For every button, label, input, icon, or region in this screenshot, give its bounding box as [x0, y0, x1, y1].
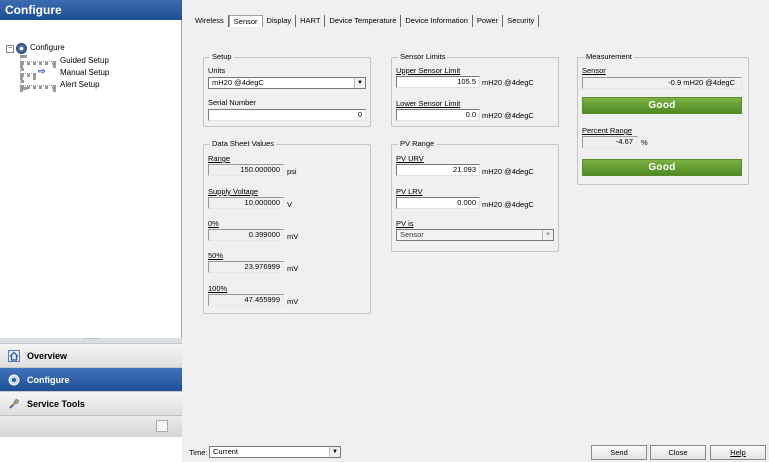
time-value: Current	[213, 447, 239, 456]
nav-title: Configure	[0, 0, 182, 20]
tree-connector	[20, 73, 36, 77]
supply-voltage-label: Supply Voltage	[208, 187, 259, 196]
range-value: 150.000000	[240, 165, 280, 174]
zero-percent-label: 0%	[208, 219, 219, 228]
range-label: Range	[208, 154, 231, 163]
hundred-percent-unit: mV	[287, 297, 299, 306]
fifty-percent-label: 50%	[208, 251, 224, 260]
chevron-down-icon: ▼	[542, 230, 553, 240]
nav-button-configure[interactable]: Configure	[0, 367, 182, 391]
group-title: Data Sheet Values	[210, 139, 276, 149]
range-readout: 150.000000	[208, 164, 284, 176]
pv-urv-field[interactable]: 21.093	[396, 164, 480, 176]
fifty-percent-unit: mV	[287, 264, 299, 273]
percent-status-badge: Good	[582, 159, 742, 176]
selected-arrow-icon: ⇨	[38, 66, 46, 76]
pv-lrv-field[interactable]: 0.000	[396, 197, 480, 209]
home-icon	[8, 350, 20, 362]
tab-wireless[interactable]: Wireless	[191, 15, 229, 27]
units-label: Units	[208, 66, 226, 75]
nav-overflow-icon[interactable]	[156, 420, 168, 432]
hundred-percent-readout: 47.455999	[208, 294, 284, 306]
time-select[interactable]: Current ▼	[209, 446, 341, 458]
pv-is-label: PV is	[396, 219, 414, 228]
group-title: Measurement	[584, 52, 634, 62]
tab-device-temperature[interactable]: Device Temperature	[325, 15, 402, 27]
zero-percent-readout: 0.399000	[208, 229, 284, 241]
nav-button-service-tools[interactable]: Service Tools	[0, 391, 182, 415]
send-button[interactable]: Send	[591, 445, 647, 460]
zero-percent-value: 0.399000	[248, 230, 280, 239]
navigation-pane: Configure − Configure Guided Setup ⇨ Man…	[0, 0, 182, 462]
sensor-value: -0.9 mH20 @4degC	[668, 78, 735, 87]
tab-sensor[interactable]: Sensor	[228, 15, 263, 27]
group-title: PV Range	[398, 139, 437, 149]
pv-urv-label: PV URV	[396, 154, 424, 163]
tree-item-guided-setup[interactable]: Guided Setup	[60, 55, 109, 67]
lower-sensor-limit-field: 0.0	[396, 109, 480, 121]
pv-is-value: Sensor	[400, 230, 424, 239]
chevron-down-icon[interactable]: ▼	[329, 447, 340, 457]
sensor-readout: -0.9 mH20 @4degC	[582, 77, 742, 89]
percent-range-label: Percent Range	[582, 126, 633, 135]
pv-lrv-unit: mH20 @4degC	[482, 200, 534, 209]
upper-sensor-limit-unit: mH20 @4degC	[482, 78, 534, 87]
tab-device-information[interactable]: Device Information	[401, 15, 473, 27]
tab-display[interactable]: Display	[263, 15, 297, 27]
group-title: Sensor Limits	[398, 52, 448, 62]
tab-security[interactable]: Security	[503, 15, 540, 27]
nav-button-overview[interactable]: Overview	[0, 343, 182, 367]
time-label: Time:	[189, 448, 208, 457]
menu-tree: − Configure Guided Setup ⇨ Manual Setup …	[0, 20, 182, 338]
group-title: Setup	[210, 52, 234, 62]
range-unit: psi	[287, 167, 297, 176]
nav-footer	[0, 415, 182, 437]
tree-connector	[20, 61, 56, 65]
upper-sensor-limit-label: Upper Sensor Limit	[396, 66, 461, 75]
tools-icon	[9, 399, 19, 409]
percent-range-value: -4.67	[615, 137, 633, 146]
help-button[interactable]: Help	[710, 445, 766, 460]
serial-number-field[interactable]: 0	[208, 109, 366, 121]
upper-sensor-limit-field: 105.5	[396, 76, 480, 88]
configure-gear-icon	[16, 43, 27, 54]
lower-sensor-limit-label: Lower Sensor Limit	[396, 99, 461, 108]
tree-item-manual-setup[interactable]: Manual Setup	[60, 67, 109, 79]
pv-lrv-label: PV LRV	[396, 187, 423, 196]
units-select[interactable]: mH20 @4degC ▼	[208, 77, 366, 89]
tree-collapse-toggle[interactable]: −	[6, 45, 14, 53]
sensor-status-badge: Good	[582, 97, 742, 114]
sensor-label: Sensor	[582, 66, 606, 75]
hundred-percent-label: 100%	[208, 284, 228, 293]
tab-power[interactable]: Power	[473, 15, 504, 27]
nav-button-label: Configure	[27, 375, 70, 385]
gear-icon	[8, 374, 20, 386]
units-value: mH20 @4degC	[212, 78, 264, 87]
pv-is-select: Sensor ▼	[396, 229, 554, 241]
supply-voltage-readout: 10.000000	[208, 197, 284, 209]
chevron-down-icon[interactable]: ▼	[354, 78, 365, 88]
tab-hart[interactable]: HART	[296, 15, 326, 27]
close-button[interactable]: Close	[650, 445, 706, 460]
tree-item-alert-setup[interactable]: Alert Setup	[60, 79, 100, 91]
zero-percent-unit: mV	[287, 232, 299, 241]
percent-unit: %	[641, 138, 648, 147]
pv-urv-unit: mH20 @4degC	[482, 167, 534, 176]
lower-sensor-limit-unit: mH20 @4degC	[482, 111, 534, 120]
percent-range-readout: -4.67	[582, 136, 638, 148]
fifty-percent-value: 23.976999	[244, 262, 280, 271]
nav-button-label: Service Tools	[27, 399, 85, 409]
tree-connector	[20, 85, 56, 89]
supply-voltage-unit: V	[287, 200, 293, 209]
supply-voltage-value: 10.000000	[244, 198, 280, 207]
tab-strip: Wireless Sensor Display HART Device Temp…	[191, 15, 540, 27]
tree-item-configure[interactable]: Configure	[30, 42, 65, 54]
hundred-percent-value: 47.455999	[244, 295, 280, 304]
serial-number-label: Serial Number	[208, 98, 256, 107]
fifty-percent-readout: 23.976999	[208, 261, 284, 273]
nav-button-label: Overview	[27, 351, 68, 361]
